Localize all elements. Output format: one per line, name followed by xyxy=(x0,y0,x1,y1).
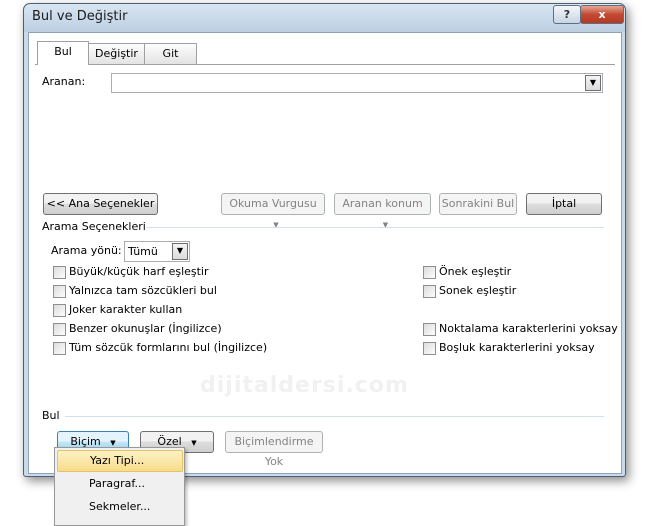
menu-item-tabs-label: Sekmeler... xyxy=(89,500,151,513)
menu-item-font-label: Yazı Tipi... xyxy=(90,454,145,467)
ignore-punctuation-checkbox[interactable] xyxy=(423,323,436,336)
wildcards-label: Joker karakter kullan xyxy=(69,303,183,316)
search-input[interactable]: ▼ xyxy=(111,73,603,93)
help-button[interactable]: ? xyxy=(553,5,581,24)
find-replace-dialog: Bul ve Değiştir ? x Bul Değiştir Git Ara… xyxy=(23,3,626,477)
window-title: Bul ve Değiştir xyxy=(32,9,128,24)
tab-goto[interactable]: Git xyxy=(144,43,197,64)
direction-select[interactable]: Tümü ▼ xyxy=(124,241,190,262)
all-word-forms-checkbox[interactable] xyxy=(53,342,66,355)
all-word-forms-label: Tüm sözcük formlarını bul (İngilizce) xyxy=(69,341,268,354)
sounds-like-checkbox[interactable] xyxy=(53,323,66,336)
find-section-title: Bul xyxy=(42,409,60,422)
direction-label: Arama yönü: xyxy=(51,244,122,257)
divider xyxy=(65,416,604,417)
match-prefix-checkbox[interactable] xyxy=(423,266,436,279)
tab-find[interactable]: Bul xyxy=(37,41,89,65)
sounds-like-label: Benzer okunuşlar (İngilizce) xyxy=(69,322,222,335)
tab-replace[interactable]: Değiştir xyxy=(87,43,146,64)
menu-item-font[interactable]: Yazı Tipi... xyxy=(57,450,183,472)
find-in-label: Aranan konum xyxy=(342,197,423,210)
format-menu: Yazı Tipi... Paragraf... Sekmeler... xyxy=(54,447,185,526)
match-suffix-checkbox[interactable] xyxy=(423,285,436,298)
match-prefix-label: Önek eşleştir xyxy=(439,265,512,278)
whole-words-checkbox[interactable] xyxy=(53,285,66,298)
tab-panel-border xyxy=(35,64,615,65)
reading-highlight-label: Okuma Vurgusu xyxy=(229,197,317,210)
close-button[interactable]: x xyxy=(580,5,624,24)
menu-item-paragraph[interactable]: Paragraf... xyxy=(57,473,181,495)
ignore-whitespace-label: Boşluk karakterlerini yoksay xyxy=(439,341,595,354)
reading-highlight-button[interactable]: Okuma Vurgusu ▼ xyxy=(221,193,325,229)
menu-item-tabs[interactable]: Sekmeler... xyxy=(57,496,181,518)
watermark: dijitaldersi.com xyxy=(200,373,409,398)
wildcards-checkbox[interactable] xyxy=(53,304,66,317)
search-options-title: Arama Seçenekleri xyxy=(42,220,146,233)
ignore-whitespace-checkbox[interactable] xyxy=(423,342,436,355)
search-label: Aranan: xyxy=(42,75,86,88)
match-suffix-label: Sonek eşleştir xyxy=(439,284,517,297)
chevron-down-icon[interactable]: ▼ xyxy=(585,75,601,91)
match-case-checkbox[interactable] xyxy=(53,266,66,279)
find-next-button[interactable]: Sonrakini Bul xyxy=(439,193,517,215)
chevron-down-icon: ▼ xyxy=(191,439,197,447)
find-in-button[interactable]: Aranan konum ▼ xyxy=(334,193,431,229)
less-options-button[interactable]: << Ana Seçenekler xyxy=(43,193,158,215)
chevron-down-icon[interactable]: ▼ xyxy=(172,243,188,260)
chevron-down-icon: ▼ xyxy=(110,439,116,447)
menu-item-paragraph-label: Paragraf... xyxy=(89,477,145,490)
direction-value: Tümü xyxy=(128,245,158,258)
no-formatting-button[interactable]: Biçimlendirme Yok xyxy=(225,431,323,468)
whole-words-label: Yalnızca tam sözcükleri bul xyxy=(69,284,217,297)
dialog-body: Bul Değiştir Git Aranan: ▼ << Ana Seçene… xyxy=(28,32,622,474)
ignore-punctuation-label: Noktalama karakterlerini yoksay xyxy=(439,322,618,335)
divider xyxy=(147,227,604,228)
cancel-button[interactable]: İptal xyxy=(526,193,602,215)
title-bar[interactable]: Bul ve Değiştir ? x xyxy=(24,4,625,32)
match-case-label: Büyük/küçük harf eşleştir xyxy=(69,265,209,278)
